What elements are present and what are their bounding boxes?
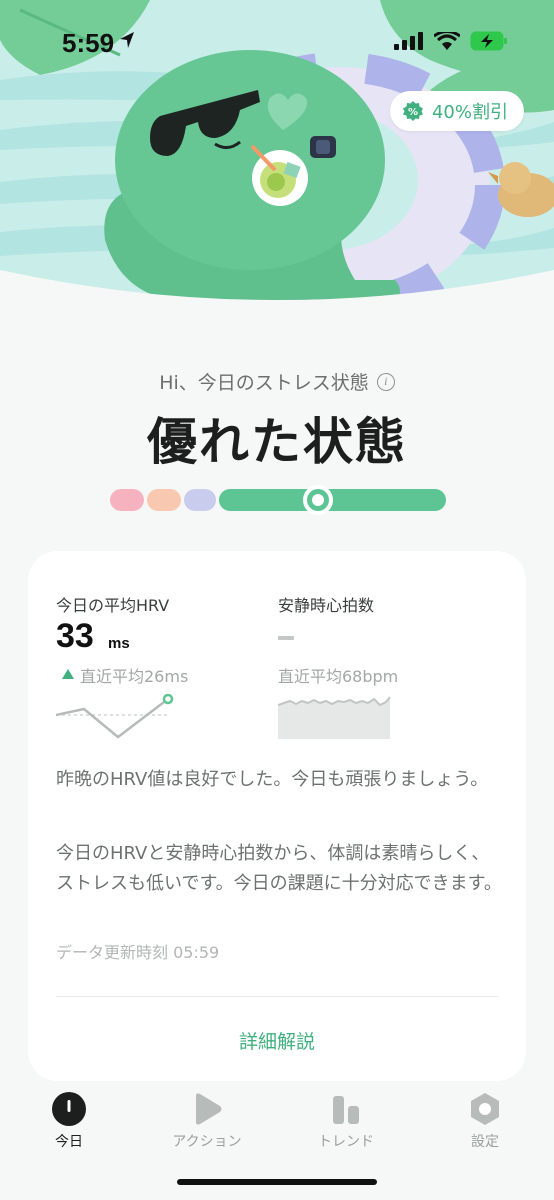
data-updated-time: データ更新時刻 05:59	[56, 943, 220, 962]
trend-up-icon	[62, 669, 74, 679]
bar-chart-icon	[333, 1096, 359, 1124]
resting-hr-sparkline	[278, 696, 391, 739]
hrv-value: 33	[56, 617, 94, 655]
greeting-text: Hi、今日のストレス状態	[159, 372, 369, 394]
info-icon[interactable]: i	[376, 372, 395, 391]
tab-settings-label: 設定	[471, 1134, 499, 1150]
tab-today-label: 今日	[55, 1134, 83, 1150]
status-bar: 5:59	[0, 0, 554, 80]
tab-settings[interactable]: 設定	[430, 1086, 540, 1166]
hrv-label: 今日の平均HRV	[56, 596, 170, 615]
gauge-segment-lavender	[184, 489, 216, 511]
play-icon	[196, 1093, 222, 1125]
location-arrow-icon	[120, 32, 134, 48]
status-time: 5:59	[62, 28, 115, 58]
discount-badge-icon: %	[402, 101, 423, 121]
hrv-sparkline	[56, 693, 174, 739]
status-icons	[394, 31, 508, 51]
home-indicator	[177, 1179, 377, 1185]
stress-state-title: 優れた状態	[147, 413, 407, 471]
hrv-recent-avg: 直近平均26ms	[80, 667, 189, 686]
resting-hr-value	[278, 636, 294, 640]
resting-hr-label: 安静時心拍数	[278, 596, 375, 615]
wifi-icon	[434, 31, 460, 50]
hrv-unit: ms	[108, 635, 130, 652]
tab-today[interactable]: 今日	[14, 1086, 124, 1166]
discount-badge[interactable]: % 40%割引	[389, 91, 524, 131]
tab-action-label: アクション	[172, 1134, 242, 1150]
today-icon	[52, 1092, 86, 1126]
battery-charging-icon	[470, 31, 507, 51]
greeting: Hi、今日のストレス状態 i	[0, 368, 554, 395]
stress-gauge	[110, 485, 446, 515]
detail-explanation-link[interactable]: 詳細解説	[28, 1027, 526, 1054]
gauge-segment-pink	[110, 489, 144, 511]
svg-text:%: %	[408, 107, 418, 118]
resting-hr-recent-avg: 直近平均68bpm	[278, 667, 399, 686]
tab-trend[interactable]: トレンド	[291, 1086, 401, 1166]
signal-bars-icon	[394, 32, 423, 50]
metrics-card: 今日の平均HRV 33 ms 直近平均26ms 安静時心拍数 直近平均68bpm…	[28, 551, 526, 1081]
gauge-segment-peach	[147, 489, 181, 511]
card-divider	[56, 996, 498, 997]
tab-action[interactable]: アクション	[152, 1086, 262, 1166]
gauge-knob	[303, 485, 333, 515]
settings-hex-icon	[471, 1093, 499, 1125]
discount-label: 40%割引	[431, 102, 508, 123]
insight-body: 今日のHRVと安静時心拍数から、体調は素晴らしく、ストレスも低いです。今日の課題…	[56, 843, 502, 894]
tab-trend-label: トレンド	[318, 1134, 374, 1150]
insight-headline: 昨晩のHRV値は良好でした。今日も頑張りましょう。	[56, 769, 489, 790]
